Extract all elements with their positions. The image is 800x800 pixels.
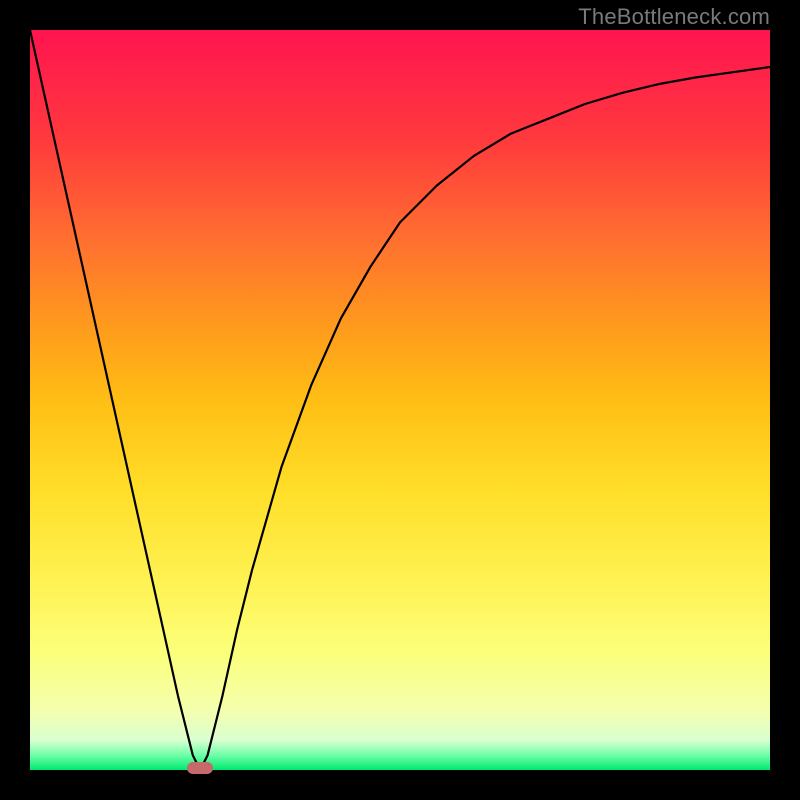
minimum-marker (187, 762, 213, 774)
chart-frame: TheBottleneck.com (0, 0, 800, 800)
plot-area (30, 30, 770, 770)
bottleneck-curve (30, 30, 770, 770)
watermark-text: TheBottleneck.com (578, 4, 770, 30)
